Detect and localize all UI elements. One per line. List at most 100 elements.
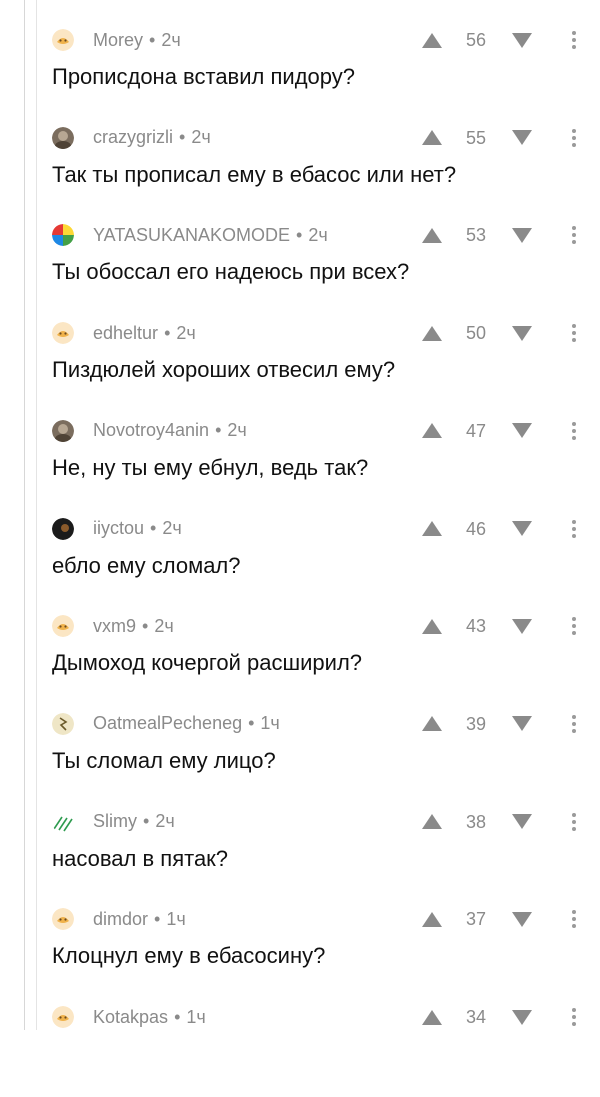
more-options-icon[interactable] (562, 219, 586, 251)
upvote-icon[interactable] (420, 714, 444, 734)
username[interactable]: Morey (93, 30, 143, 51)
photo-avatar-icon[interactable] (52, 126, 74, 149)
downvote-icon[interactable] (510, 519, 534, 539)
peach-avatar-icon[interactable] (52, 29, 74, 51)
comment-2: YATASUKANAKOMODE • 2ч 53 Ты обоссал его … (52, 217, 600, 315)
upvote-icon[interactable] (420, 323, 444, 343)
thread-line (24, 0, 25, 1030)
downvote-icon[interactable] (510, 323, 534, 343)
separator-dot: • (164, 322, 171, 343)
photo-avatar-icon[interactable] (52, 419, 74, 442)
comment-text: Клоцнул ему в ебасосину? (52, 943, 326, 969)
comment-text: Не, ну ты ему ебнул, ведь так? (52, 454, 369, 480)
upvote-icon[interactable] (420, 30, 444, 50)
more-options-icon[interactable] (562, 708, 586, 740)
comment-5: iiyctou • 2ч 46 ебло ему сломал? (52, 511, 600, 609)
upvote-icon[interactable] (420, 128, 444, 148)
comment-text: Прописдона вставил пидору? (52, 64, 355, 89)
green-lines-avatar-icon[interactable] (52, 811, 74, 833)
comment-meta: edheltur • 2ч (93, 323, 196, 344)
separator-dot: • (296, 224, 303, 245)
separator-dot: • (248, 713, 255, 734)
comment-6: vxm9 • 2ч 43 Дымоход кочергой расширил? (52, 608, 600, 706)
upvote-icon[interactable] (420, 909, 444, 929)
comment-text: Ты сломал ему лицо? (52, 747, 276, 773)
comment-header: crazygrizli • 2ч 55 (52, 120, 600, 156)
thread-line-secondary (36, 0, 37, 1030)
comment-meta: iiyctou • 2ч (93, 518, 182, 539)
comment-1: crazygrizli • 2ч 55 Так ты прописал ему … (52, 120, 600, 218)
downvote-icon[interactable] (510, 128, 534, 148)
comment-header: Novotroy4anin • 2ч 47 (52, 413, 600, 449)
comment-meta: Kotakpas • 1ч (93, 1007, 206, 1028)
comment-time: 2ч (191, 127, 211, 148)
username[interactable]: dimdor (93, 909, 148, 930)
downvote-icon[interactable] (510, 1007, 534, 1027)
downvote-icon[interactable] (510, 812, 534, 832)
more-options-icon[interactable] (562, 122, 586, 154)
comment-time: 1ч (166, 908, 186, 929)
comment-header: dimdor • 1ч 37 (52, 901, 600, 937)
comment-time: 2ч (227, 420, 247, 441)
comment-time: 1ч (186, 1006, 206, 1027)
more-options-icon[interactable] (562, 903, 586, 935)
peach-avatar-icon[interactable] (52, 615, 74, 638)
separator-dot: • (174, 1006, 181, 1027)
username[interactable]: YATASUKANAKOMODE (93, 225, 290, 246)
comment-text: Пиздюлей хороших отвесил ему? (52, 357, 396, 383)
downvote-icon[interactable] (510, 714, 534, 734)
comment-rating: 55 (465, 127, 487, 148)
username[interactable]: crazygrizli (93, 127, 173, 148)
more-options-icon[interactable] (562, 806, 586, 838)
username[interactable]: Slimy (93, 811, 137, 832)
upvote-icon[interactable] (420, 1007, 444, 1027)
drawing-avatar-icon[interactable] (52, 712, 74, 735)
username[interactable]: iiyctou (93, 518, 144, 539)
comment-text: Ты обоссал его надеюсь при всех? (52, 259, 410, 285)
comment-text: Так ты прописал ему в ебасос или нет? (52, 161, 457, 187)
comment-rating: 38 (465, 811, 487, 832)
peach-avatar-icon[interactable] (52, 322, 74, 345)
upvote-icon[interactable] (420, 225, 444, 245)
comment-header: edheltur • 2ч 50 (52, 315, 600, 351)
username[interactable]: OatmealPecheneg (93, 713, 242, 734)
comment-3: edheltur • 2ч 50 Пиздюлей хороших отвеси… (52, 315, 600, 413)
peach-avatar-icon[interactable] (52, 908, 74, 931)
comment-meta: dimdor • 1ч (93, 909, 186, 930)
peach-avatar-icon[interactable] (52, 1006, 74, 1028)
username[interactable]: vxm9 (93, 616, 136, 637)
more-options-icon[interactable] (562, 1001, 586, 1033)
comment-time: 2ч (154, 615, 174, 636)
comment-time: 2ч (161, 29, 181, 50)
comment-rating: 50 (465, 323, 487, 344)
downvote-icon[interactable] (510, 421, 534, 441)
comment-time: 2ч (162, 518, 182, 538)
username[interactable]: edheltur (93, 323, 158, 344)
downvote-icon[interactable] (510, 616, 534, 636)
comment-text: насовал в пятак? (52, 845, 229, 871)
comment-text: Дымоход кочергой расширил? (52, 650, 363, 676)
comment-time: 2ч (155, 811, 175, 832)
downvote-icon[interactable] (510, 909, 534, 929)
more-options-icon[interactable] (562, 415, 586, 447)
colorful-avatar-icon[interactable] (52, 224, 74, 247)
username[interactable]: Kotakpas (93, 1007, 168, 1028)
upvote-icon[interactable] (420, 421, 444, 441)
more-options-icon[interactable] (562, 24, 586, 56)
more-options-icon[interactable] (562, 317, 586, 349)
more-options-icon[interactable] (562, 610, 586, 642)
comment-header: Slimy • 2ч 38 (52, 804, 600, 840)
dark-avatar-icon[interactable] (52, 517, 74, 540)
separator-dot: • (149, 29, 156, 50)
username[interactable]: Novotroy4anin (93, 420, 209, 441)
upvote-icon[interactable] (420, 519, 444, 539)
downvote-icon[interactable] (510, 225, 534, 245)
upvote-icon[interactable] (420, 616, 444, 636)
more-options-icon[interactable] (562, 513, 586, 545)
comment-4: Novotroy4anin • 2ч 47 Не, ну ты ему ебну… (52, 413, 600, 511)
downvote-icon[interactable] (510, 30, 534, 50)
comment-header: vxm9 • 2ч 43 (52, 608, 600, 644)
comment-9: dimdor • 1ч 37 Клоцнул ему в ебасосину? (52, 901, 600, 999)
comment-rating: 37 (465, 909, 487, 930)
upvote-icon[interactable] (420, 812, 444, 832)
